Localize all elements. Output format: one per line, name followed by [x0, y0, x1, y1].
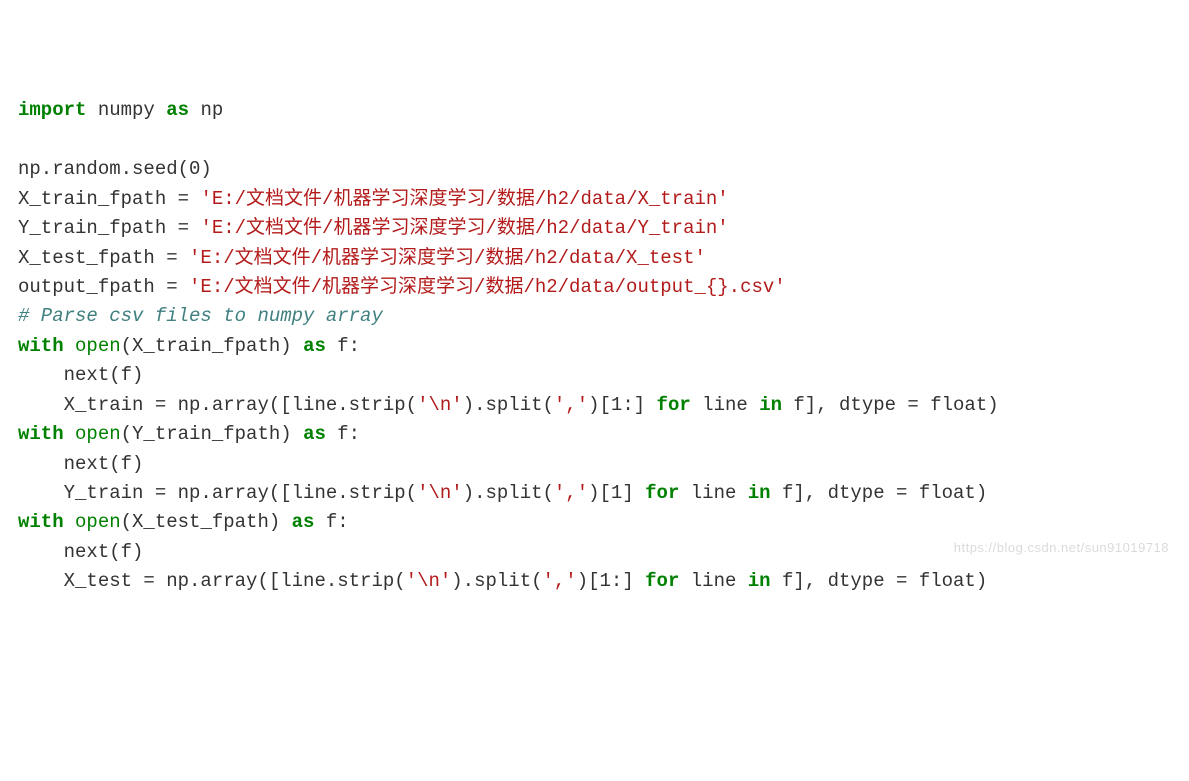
line-xte-path: X_test_fpath = 'E:/文档文件/机器学习深度学习/数据/h2/d… [18, 247, 706, 269]
code-block: import numpy as np np.random.seed(0) X_t… [18, 96, 1171, 596]
mod-numpy: numpy [98, 99, 155, 121]
line-xtr-path: X_train_fpath = 'E:/文档文件/机器学习深度学习/数据/h2/… [18, 188, 729, 210]
line-seed: np.random.seed(0) [18, 158, 212, 180]
line-next-1: next(f) [18, 364, 143, 386]
line-1: import numpy as np [18, 99, 223, 121]
line-with-ytr: with open(Y_train_fpath) as f: [18, 423, 360, 445]
line-next-2: next(f) [18, 453, 143, 475]
kw-as: as [166, 99, 189, 121]
line-next-3: next(f) [18, 541, 143, 563]
line-comment: # Parse csv files to numpy array [18, 305, 383, 327]
line-xte-arr: X_test = np.array([line.strip('\n').spli… [18, 570, 987, 592]
line-out-path: output_fpath = 'E:/文档文件/机器学习深度学习/数据/h2/d… [18, 276, 786, 298]
kw-import: import [18, 99, 86, 121]
line-blank [18, 129, 29, 151]
alias-np: np [200, 99, 223, 121]
line-with-xte: with open(X_test_fpath) as f: [18, 511, 349, 533]
line-xtr-arr: X_train = np.array([line.strip('\n').spl… [18, 394, 999, 416]
line-ytr-path: Y_train_fpath = 'E:/文档文件/机器学习深度学习/数据/h2/… [18, 217, 729, 239]
line-ytr-arr: Y_train = np.array([line.strip('\n').spl… [18, 482, 987, 504]
line-with-xtr: with open(X_train_fpath) as f: [18, 335, 360, 357]
